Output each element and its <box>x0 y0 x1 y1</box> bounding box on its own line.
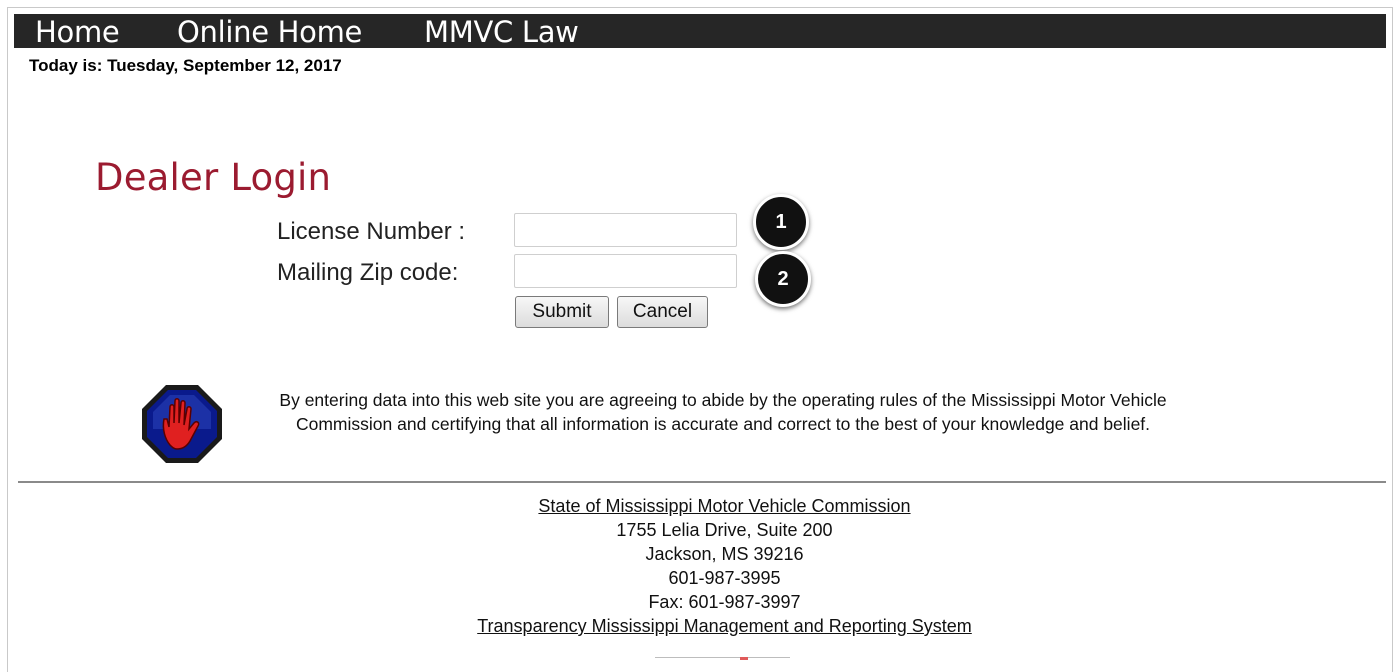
footer-divider <box>18 481 1386 483</box>
callout-badge-1: 1 <box>753 194 809 250</box>
nav-online-home-link[interactable]: Online Home <box>177 14 362 49</box>
commission-link[interactable]: State of Mississippi Motor Vehicle Commi… <box>538 496 910 516</box>
address-line-1: 1755 Lelia Drive, Suite 200 <box>616 520 833 540</box>
license-number-input[interactable] <box>514 213 737 247</box>
page-title: Dealer Login <box>95 156 332 199</box>
nav-mmvc-law-link[interactable]: MMVC Law <box>424 14 579 49</box>
transparency-link[interactable]: Transparency Mississippi Management and … <box>477 616 972 636</box>
mailing-zip-label: Mailing Zip code: <box>277 259 459 286</box>
mailing-zip-input[interactable] <box>514 254 737 288</box>
top-navigation-bar: Home Online Home MMVC Law <box>14 14 1386 49</box>
nav-home-link[interactable]: Home <box>35 14 120 49</box>
submit-button[interactable]: Submit <box>515 296 609 328</box>
license-number-label: License Number : <box>277 218 466 245</box>
usage-disclaimer: By entering data into this web site you … <box>279 390 1167 434</box>
today-date-text: Today is: Tuesday, September 12, 2017 <box>29 56 342 75</box>
fax-number: Fax: 601-987-3997 <box>648 592 801 612</box>
callout-badge-2: 2 <box>755 251 811 307</box>
footer: State of Mississippi Motor Vehicle Commi… <box>18 494 1399 638</box>
address-line-2: Jackson, MS 39216 <box>645 544 804 564</box>
cancel-button[interactable]: Cancel <box>617 296 708 328</box>
stop-hand-icon <box>142 385 222 463</box>
phone-number: 601-987-3995 <box>668 568 781 588</box>
